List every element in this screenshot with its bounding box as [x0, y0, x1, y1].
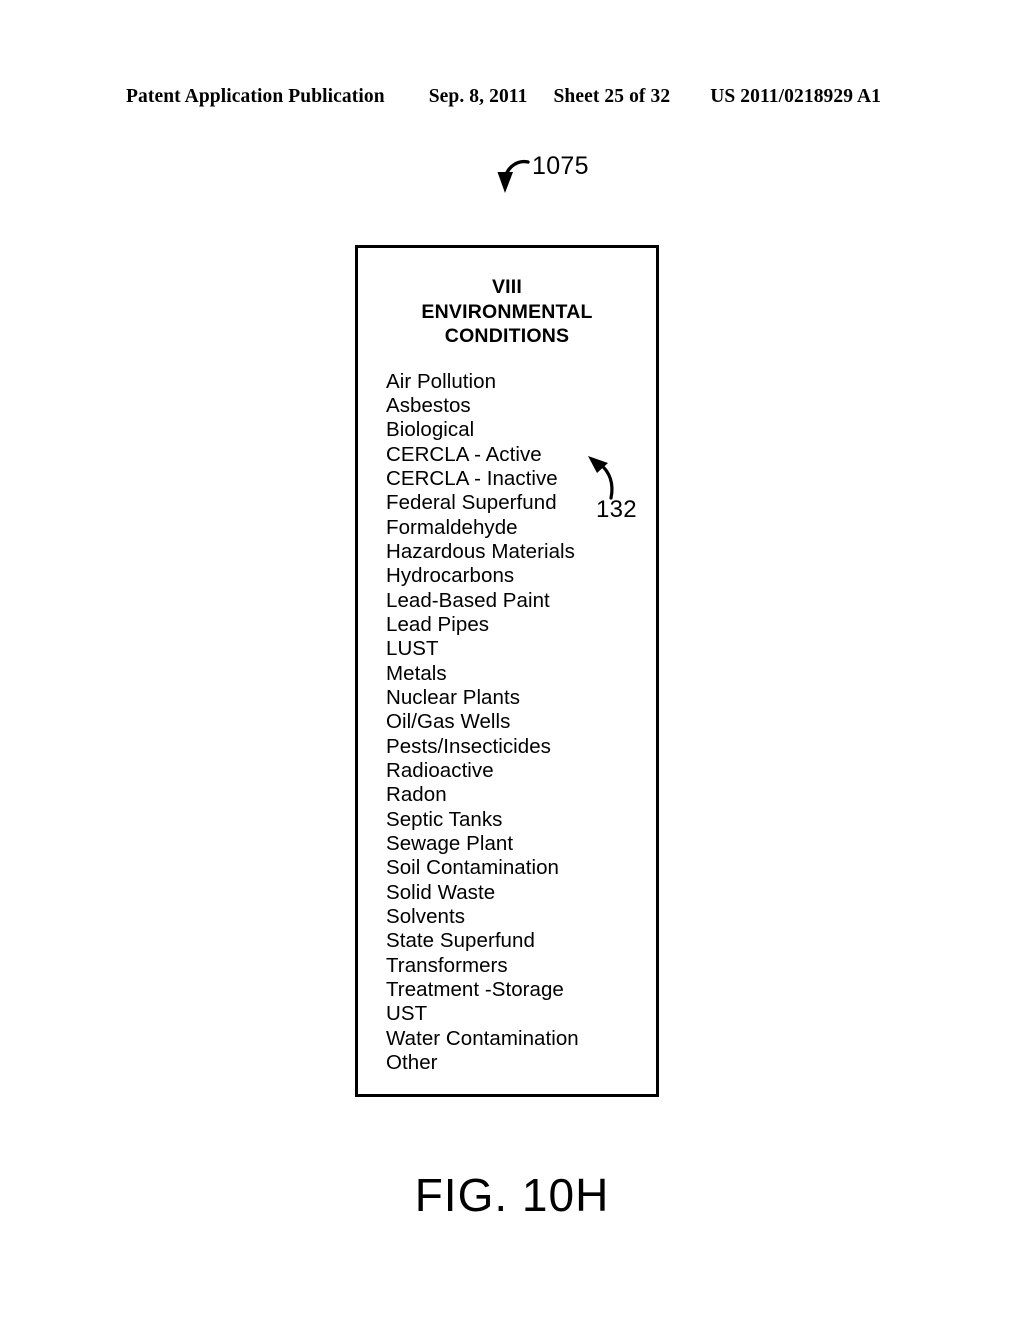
- list-item: UST: [386, 1002, 428, 1026]
- list-item: Nuclear Plants: [386, 685, 521, 709]
- list-item: Lead Pipes: [386, 612, 490, 636]
- box-title-line-1: VIII: [491, 276, 523, 298]
- header-patent-number: US 2011/0218929 A1: [710, 86, 882, 107]
- list-item: Hazardous Materials: [386, 539, 575, 563]
- list-item: State Superfund: [386, 929, 535, 953]
- header-publication-label: Patent Application Publication: [126, 86, 385, 107]
- list-item: Sewage Plant: [386, 832, 514, 856]
- list-item: Radon: [386, 783, 447, 807]
- list-item: Lead-Based Paint: [386, 588, 550, 612]
- list-item: Radioactive: [386, 759, 494, 782]
- header-sheet-label: Sheet 25 of 32: [553, 86, 671, 107]
- list-item: Pests/Insecticides: [386, 734, 551, 758]
- list-item: Air Pollution: [386, 369, 497, 393]
- list-item: Water Contamination: [386, 1026, 579, 1050]
- box-title-line-3: CONDITIONS: [444, 325, 570, 347]
- callout-132: 132: [578, 452, 668, 532]
- box-title: VIII ENVIRONMENTAL CONDITIONS: [358, 275, 656, 349]
- list-item: Oil/Gas Wells: [386, 710, 511, 734]
- list-item: Biological: [386, 418, 475, 442]
- list-item: Septic Tanks: [386, 807, 503, 831]
- list-item: Solid Waste: [386, 880, 496, 904]
- list-item: Solvents: [386, 905, 466, 929]
- environmental-conditions-box: VIII ENVIRONMENTAL CONDITIONS Air Pollut…: [355, 245, 659, 1097]
- list-item: Transformers: [386, 953, 508, 977]
- box-title-line-2: ENVIRONMENTAL: [421, 300, 593, 323]
- list-item: Treatment -Storage: [386, 978, 564, 1002]
- header-date-label: Sep. 8, 2011: [428, 86, 528, 107]
- list-item: Metals: [386, 661, 447, 685]
- list-item: Hydrocarbons: [386, 564, 515, 588]
- callout-132-label: 132: [596, 496, 637, 523]
- page-header: Patent Application Publication Sep. 8, 2…: [126, 86, 898, 108]
- list-item: Soil Contamination: [386, 856, 559, 880]
- callout-1075-label: 1075: [532, 152, 589, 180]
- list-item: Other: [386, 1051, 438, 1075]
- list-item: LUST: [386, 637, 439, 661]
- list-item: Asbestos: [386, 393, 471, 417]
- figure-caption: FIG. 10H: [414, 1169, 610, 1221]
- callout-1075: 1075: [494, 152, 644, 210]
